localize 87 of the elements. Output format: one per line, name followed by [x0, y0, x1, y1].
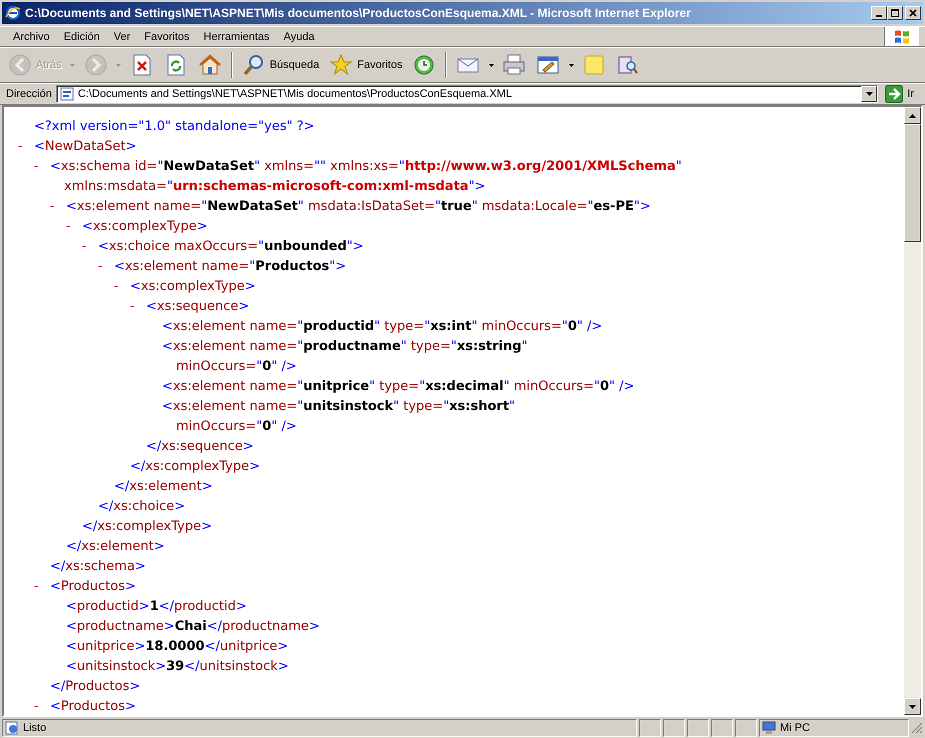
status-pane	[711, 718, 733, 736]
xml-line: minOccurs="0" />	[175, 358, 298, 376]
scroll-up-button[interactable]	[904, 107, 921, 124]
xml-line: minOccurs="0" />	[175, 418, 298, 436]
xml-line: xmlns:msdata="urn:schemas-microsoft-com:xml-msdata">	[63, 178, 486, 196]
collapse-toggle[interactable]: -	[50, 197, 66, 217]
xml-line: </Productos>	[50, 678, 140, 696]
search-icon	[242, 53, 266, 77]
xml-line: <xs:element name="unitsinstock" type="xs:short"	[162, 398, 516, 416]
up-caret-icon	[909, 114, 916, 118]
collapse-toggle[interactable]: -	[34, 577, 50, 597]
zone-label: Mi PC	[780, 722, 810, 734]
status-text: Listo	[23, 722, 46, 734]
maximize-icon	[891, 9, 899, 17]
xml-line: <NewDataSet>	[34, 138, 137, 156]
menu-item[interactable]: Favoritos	[137, 28, 197, 46]
caret-icon	[116, 64, 122, 66]
xml-page-icon	[60, 87, 74, 101]
collapse-toggle[interactable]: -	[34, 157, 50, 197]
maximize-button[interactable]	[887, 6, 903, 20]
search-button[interactable]: Búsqueda	[238, 50, 324, 80]
xml-line: </xs:sequence>	[146, 438, 254, 456]
xml-line: <xs:choice maxOccurs="unbounded">	[98, 238, 364, 256]
menu-item[interactable]: Edición	[56, 28, 107, 46]
window-title: C:\Documents and Settings\NET\ASPNET\Mis documentos\ProductosConEsquema.XML - Microsoft Internet Explorer	[25, 6, 692, 20]
minimize-button[interactable]	[871, 6, 887, 20]
xml-line: </xs:element>	[66, 538, 165, 556]
xml-line: </xs:complexType>	[130, 458, 260, 476]
collapse-toggle[interactable]: -	[130, 297, 146, 317]
collapse-toggle[interactable]: -	[34, 697, 50, 715]
resize-grip-icon	[911, 722, 923, 734]
collapse-toggle[interactable]: -	[114, 277, 130, 297]
xml-line: <xs:complexType>	[82, 218, 208, 236]
xml-line: <xs:element name="Productos">	[114, 258, 346, 276]
down-caret-icon	[909, 704, 916, 708]
collapse-toggle[interactable]: -	[18, 137, 34, 157]
xml-line: <unitsinstock>39</unitsinstock>	[66, 658, 289, 676]
xml-line: <xs:sequence>	[146, 298, 250, 316]
scroll-down-button[interactable]	[904, 698, 921, 715]
menu-item[interactable]: Ver	[106, 28, 138, 46]
close-button[interactable]	[905, 6, 921, 20]
xml-line: <xs:element name="productid" type="xs:int" minOccurs="0" />	[162, 318, 602, 336]
note-icon	[582, 53, 606, 77]
xml-line: <xs:complexType>	[130, 278, 256, 296]
xml-line: <productname>Chai</productname>	[66, 618, 320, 636]
xml-line: <unitprice>18.0000</unitprice>	[66, 638, 288, 656]
status-pane	[663, 718, 685, 736]
collapse-toggle[interactable]: -	[82, 237, 98, 257]
xml-line: <Productos>	[50, 698, 136, 715]
address-field[interactable]: C:\Documents and Settings\NET\ASPNET\Mis documentos\ProductosConEsquema.XML	[56, 85, 878, 103]
clock-icon	[412, 53, 436, 77]
status-pane	[735, 718, 757, 736]
caret-icon	[866, 92, 873, 96]
xml-line: <Productos>	[50, 578, 136, 596]
menu-item[interactable]: Archivo	[6, 28, 57, 46]
xml-line: <xs:schema id="NewDataSet" xmlns="" xmlns:xs="http://www.w3.org/2001/XMLSchema"	[50, 158, 682, 176]
caret-icon	[70, 64, 76, 66]
star-icon	[329, 53, 354, 77]
house-icon	[198, 53, 222, 77]
address-label: Dirección	[6, 88, 52, 100]
favorites-button[interactable]: Favoritos	[325, 50, 406, 80]
xml-line: </xs:schema>	[50, 558, 146, 576]
status-pane	[639, 718, 661, 736]
page-globe-icon	[5, 720, 19, 734]
browser-logo-icon	[5, 5, 21, 21]
xml-line: <xs:element name="productname" type="xs:string"	[162, 338, 528, 356]
xml-line: </xs:choice>	[98, 498, 186, 516]
computer-icon	[762, 720, 776, 734]
scroll-thumb[interactable]	[904, 124, 921, 242]
xml-line: <productid>1</productid>	[66, 598, 247, 616]
xml-line: <xs:element name="unitprice" type="xs:decimal" minOccurs="0" />	[162, 378, 634, 396]
caret-icon	[488, 64, 494, 66]
xml-line: <?xml version="1.0" standalone="yes" ?>	[34, 118, 315, 136]
dropdown-button[interactable]	[861, 86, 878, 102]
status-pane	[687, 718, 709, 736]
collapse-toggle[interactable]: -	[66, 217, 82, 237]
xml-line: </xs:element>	[114, 478, 213, 496]
printer-icon	[502, 53, 526, 77]
caret-icon	[568, 64, 574, 66]
menu-item[interactable]: Herramientas	[196, 28, 277, 46]
xml-line: </xs:complexType>	[82, 518, 212, 536]
menu-item[interactable]: Ayuda	[276, 28, 322, 46]
xml-line: <xs:element name="NewDataSet" msdata:IsDataSet="true" msdata:Locale="es-PE">	[66, 198, 651, 216]
windows-flag-icon	[893, 28, 911, 46]
close-icon	[909, 9, 917, 17]
collapse-toggle[interactable]: -	[98, 257, 114, 277]
go-button[interactable]: Ir	[882, 84, 921, 104]
